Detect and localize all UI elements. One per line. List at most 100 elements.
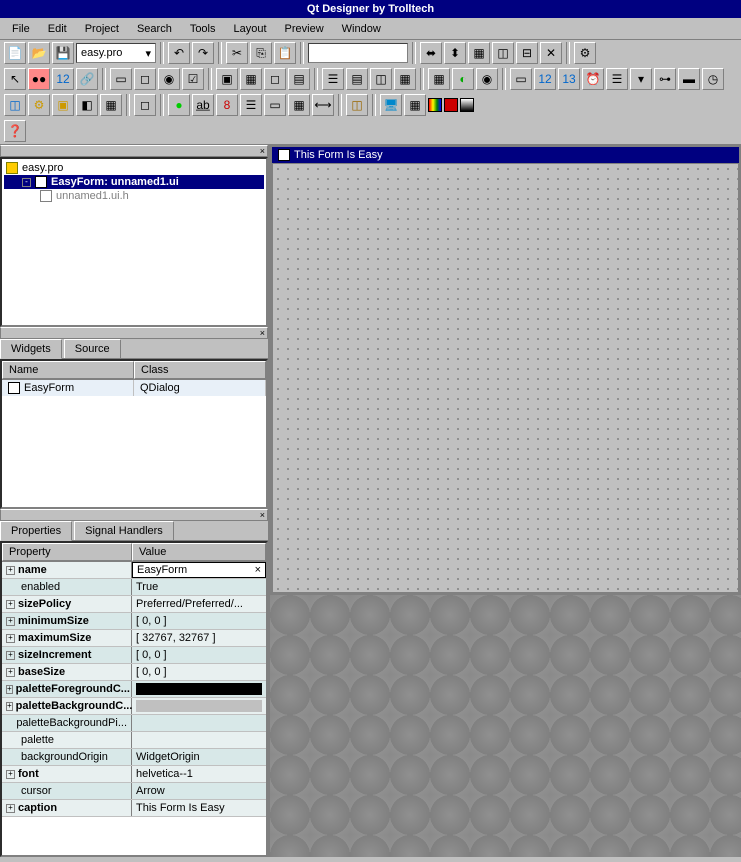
property-row[interactable]: +maximumSize[ 32767, 32767 ] <box>2 630 266 647</box>
col-value[interactable]: Value <box>132 543 266 561</box>
frame-icon[interactable]: ◻ <box>264 68 286 90</box>
listview-icon[interactable]: ▤ <box>346 68 368 90</box>
app-icon[interactable]: ◫ <box>346 94 368 116</box>
expand-icon[interactable]: + <box>6 685 13 694</box>
tab-source[interactable]: Source <box>64 339 121 358</box>
property-row[interactable]: backgroundOriginWidgetOrigin <box>2 749 266 766</box>
listbox-icon[interactable]: ☰ <box>322 68 344 90</box>
toolbox-icon[interactable]: ◫ <box>4 94 26 116</box>
color-gradient-icon[interactable] <box>428 98 442 112</box>
expand-icon[interactable]: + <box>6 634 15 643</box>
datebrowser-icon[interactable]: ◐ <box>452 68 474 90</box>
timeedit-icon[interactable]: ⏰ <box>582 68 604 90</box>
connect-icon[interactable]: ●● <box>28 68 50 90</box>
form-canvas[interactable] <box>272 163 739 593</box>
buddy-icon[interactable]: 🔗 <box>76 68 98 90</box>
spinbox-icon[interactable]: 12 <box>534 68 556 90</box>
expand-icon[interactable]: + <box>6 651 15 660</box>
break-layout-icon[interactable]: ✕ <box>540 42 562 64</box>
property-value[interactable] <box>132 715 266 731</box>
project-combo[interactable]: easy.pro▾ <box>76 43 156 63</box>
undo-icon[interactable]: ↶ <box>168 42 190 64</box>
property-row[interactable]: palette <box>2 732 266 749</box>
widget-icon[interactable]: ⚙ <box>28 94 50 116</box>
buttongroup-icon[interactable]: ▦ <box>240 68 262 90</box>
tree-file-item[interactable]: unnamed1.ui.h <box>4 189 264 203</box>
datatable-icon[interactable]: ▦ <box>428 68 450 90</box>
palette-icon[interactable]: ▦ <box>404 94 426 116</box>
search-input[interactable] <box>308 43 408 63</box>
panel-close-icon[interactable]: × <box>0 145 268 157</box>
col-name[interactable]: Name <box>2 361 134 379</box>
property-row[interactable]: +minimumSize[ 0, 0 ] <box>2 613 266 630</box>
property-row[interactable]: +paletteForegroundC... <box>2 681 266 698</box>
menu-preview[interactable]: Preview <box>277 21 332 37</box>
property-row[interactable]: +nameEasyForm× <box>2 562 266 579</box>
line-icon[interactable]: ☰ <box>240 94 262 116</box>
panel-close-icon[interactable]: × <box>0 509 268 521</box>
textlabel-icon[interactable]: a̲b̲ <box>192 94 214 116</box>
property-row[interactable]: cursorArrow <box>2 783 266 800</box>
combobox-icon[interactable]: ▾ <box>630 68 652 90</box>
property-value[interactable]: EasyForm× <box>132 562 266 578</box>
checkbox-icon[interactable]: ☑ <box>182 68 204 90</box>
form-title-bar[interactable]: This Form Is Easy <box>272 147 739 163</box>
layout-hbox-icon[interactable]: ⬌ <box>420 42 442 64</box>
spacer-icon[interactable]: ⟷ <box>312 94 334 116</box>
property-value[interactable]: Arrow <box>132 783 266 799</box>
panel-close-icon[interactable]: × <box>0 327 268 339</box>
property-value[interactable]: [ 0, 0 ] <box>132 647 266 663</box>
expand-icon[interactable]: + <box>6 617 15 626</box>
property-row[interactable]: +fonthelvetica--1 <box>2 766 266 783</box>
property-value[interactable] <box>132 732 266 748</box>
property-row[interactable]: +paletteBackgroundC... <box>2 698 266 715</box>
property-row[interactable]: +sizeIncrement[ 0, 0 ] <box>2 647 266 664</box>
expand-icon[interactable]: + <box>6 566 15 575</box>
dataview-icon[interactable]: ◉ <box>476 68 498 90</box>
new-icon[interactable]: 📄 <box>4 42 26 64</box>
menu-project[interactable]: Project <box>77 21 127 37</box>
property-value[interactable]: This Form Is Easy <box>132 800 266 816</box>
toolbutton-icon[interactable]: ◻ <box>134 68 156 90</box>
lcdnumber-icon[interactable]: 8 <box>216 94 238 116</box>
property-row[interactable]: +captionThis Form Is Easy <box>2 800 266 817</box>
pixmaplabel-icon[interactable]: ▦ <box>288 94 310 116</box>
textedit-icon[interactable]: ☰ <box>606 68 628 90</box>
redo-icon[interactable]: ↷ <box>192 42 214 64</box>
clear-icon[interactable]: × <box>255 564 261 576</box>
tree-form-item[interactable]: - EasyForm: unnamed1.ui <box>4 175 264 189</box>
dateedit-icon[interactable]: 13 <box>558 68 580 90</box>
expand-icon[interactable]: + <box>6 668 15 677</box>
property-value[interactable]: WidgetOrigin <box>132 749 266 765</box>
radiobutton-icon[interactable]: ◉ <box>158 68 180 90</box>
tabwidget-icon[interactable]: ▤ <box>288 68 310 90</box>
whatsthis-icon[interactable]: ❓ <box>4 120 26 142</box>
monitor-icon[interactable]: 🖥 <box>380 94 402 116</box>
dial-icon[interactable]: ◷ <box>702 68 724 90</box>
menu-tools[interactable]: Tools <box>182 21 224 37</box>
property-value[interactable]: Preferred/Preferred/... <box>132 596 266 612</box>
color-red-icon[interactable] <box>444 98 458 112</box>
iconview-icon[interactable]: ◫ <box>370 68 392 90</box>
menu-search[interactable]: Search <box>129 21 180 37</box>
form-window[interactable]: This Form Is Easy <box>272 147 739 593</box>
tab-properties[interactable]: Properties <box>0 521 72 541</box>
tool-icon[interactable]: ⚙ <box>574 42 596 64</box>
menu-window[interactable]: Window <box>334 21 389 37</box>
property-value[interactable]: helvetica--1 <box>132 766 266 782</box>
tree-root[interactable]: easy.pro <box>4 161 264 175</box>
slider-icon[interactable]: ⊶ <box>654 68 676 90</box>
property-value[interactable] <box>132 698 266 714</box>
property-value[interactable]: True <box>132 579 266 595</box>
layout-vbox-icon[interactable]: ⬍ <box>444 42 466 64</box>
save-icon[interactable]: 💾 <box>52 42 74 64</box>
property-value[interactable] <box>132 681 266 697</box>
dialog-icon[interactable]: ▣ <box>52 94 74 116</box>
property-value[interactable]: [ 0, 0 ] <box>132 613 266 629</box>
menu-edit[interactable]: Edit <box>40 21 75 37</box>
property-value[interactable]: [ 0, 0 ] <box>132 664 266 680</box>
property-row[interactable]: +sizePolicyPreferred/Preferred/... <box>2 596 266 613</box>
property-row[interactable]: paletteBackgroundPi... <box>2 715 266 732</box>
pointer-icon[interactable]: ↖ <box>4 68 26 90</box>
copy-icon[interactable]: ⎘ <box>250 42 272 64</box>
